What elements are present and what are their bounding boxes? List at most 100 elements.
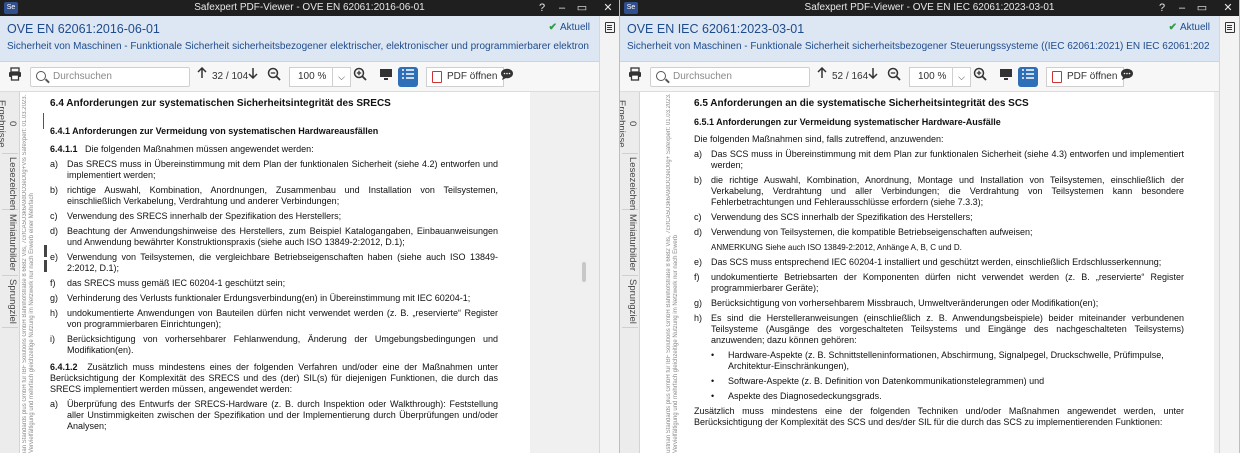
maximize-button[interactable]: ▭	[1192, 0, 1212, 16]
search-input[interactable]: Durchsuchen	[30, 67, 190, 87]
page-current: 32	[212, 71, 224, 82]
text-cursor	[43, 113, 44, 129]
chevron-down-icon: ⌵	[952, 68, 970, 86]
item-label: g)	[694, 298, 703, 308]
list-item: g) Verhinderung des Verlusts funktionaler…	[50, 293, 498, 304]
help-button[interactable]: ?	[1152, 0, 1172, 16]
item-text: undokumentierte Betriebsarten der Kompon…	[711, 272, 1184, 293]
monitor-icon[interactable]	[996, 67, 1016, 87]
monitor-icon[interactable]	[376, 67, 396, 87]
paragraph: 6.4.1.2 Zusätzlich muss mindestens eines…	[50, 362, 498, 395]
printer-icon[interactable]	[5, 67, 25, 87]
zoom-select[interactable]: 100 % ⌵	[289, 67, 351, 87]
printer-icon[interactable]	[625, 67, 645, 87]
list-item: d) Verwendung von Teilsystemen, die kompa…	[694, 227, 1184, 238]
tab-results[interactable]: 0 Ergebnisse	[620, 94, 638, 154]
zoom-in-icon[interactable]	[350, 67, 370, 87]
tab-jump-targets[interactable]: Sprungziel	[622, 276, 638, 328]
page-margin-area	[530, 92, 600, 453]
document-list-icon[interactable]	[605, 22, 615, 33]
zoom-out-icon[interactable]	[884, 67, 904, 87]
status-badge: ✔ Aktuell	[549, 22, 590, 33]
list-item: h) Es sind die Herstelleranweisungen (ein…	[694, 313, 1184, 346]
tab-results[interactable]: 0 Ergebnisse	[0, 94, 18, 154]
item-text: Überprüfung des Entwurfs der SRECS-Hardw…	[67, 399, 498, 431]
item-text: Verwendung von Teilsystemen, die verglei…	[67, 252, 498, 273]
list-item: e) Das SCS muss entsprechend IEC 60204-1 …	[694, 257, 1184, 268]
zoom-value: 100 %	[918, 71, 947, 82]
subsection-heading: 6.5.1 Anforderungen zur Vermeidung syste…	[694, 117, 1001, 127]
tab-jump-targets[interactable]: Sprungziel	[2, 276, 18, 328]
close-button[interactable]: ✕	[598, 0, 618, 16]
page-current: 52	[832, 71, 844, 82]
list-item: e) Verwendung von Teilsystemen, die vergl…	[50, 252, 498, 274]
arrow-down-icon[interactable]	[866, 67, 880, 87]
item-text: Verwendung von Teilsystemen, die kompati…	[711, 227, 1033, 237]
maximize-button[interactable]: ▭	[572, 0, 592, 16]
item-label: a)	[50, 159, 59, 169]
item-label: b)	[50, 185, 59, 195]
status-badge: ✔ Aktuell	[1169, 22, 1210, 33]
item-label: g)	[50, 293, 59, 303]
list-item: c) Verwendung des SRECS innerhalb der Spe…	[50, 211, 498, 222]
close-button[interactable]: ✕	[1218, 0, 1238, 16]
comment-icon[interactable]	[1117, 67, 1137, 87]
arrow-up-icon[interactable]	[195, 66, 209, 87]
bullet-item: Hardware-Aspekte (z. B. Schnittstellenin…	[694, 350, 1184, 372]
item-label: c)	[694, 212, 702, 222]
paragraph-text: Die folgenden Maßnahmen müssen angewende…	[85, 144, 314, 154]
tab-thumbnails[interactable]: Miniaturbilder	[2, 210, 18, 276]
help-button[interactable]: ?	[532, 0, 552, 16]
window-title: Safexpert PDF-Viewer - OVE EN 62061:2016…	[194, 2, 425, 13]
item-label: i)	[50, 334, 55, 344]
list-view-icon[interactable]	[398, 67, 418, 87]
clause-number: 6.4.1.1	[50, 144, 78, 154]
tab-bookmarks[interactable]: Lesezeichen	[2, 154, 18, 210]
minimize-button[interactable]: –	[1172, 0, 1192, 16]
page-indicator: 52 / 164	[832, 71, 869, 82]
check-icon: ✔	[1168, 22, 1177, 33]
tab-thumbnails[interactable]: Miniaturbilder	[622, 210, 638, 276]
zoom-select[interactable]: 100 % ⌵	[909, 67, 971, 87]
pdf-open-label: PDF öffnen	[1067, 71, 1118, 82]
item-label: d)	[694, 227, 703, 237]
pdf-open-button[interactable]: PDF öffnen	[1046, 67, 1125, 87]
status-label: Aktuell	[559, 22, 590, 33]
watermark-text: ustrian Standards plus GmbH für IBF Solu…	[666, 93, 679, 453]
bullet-item: Aspekte des Diagnosedeckungsgrads.	[694, 391, 1184, 402]
list-item: b) die richtige Auswahl, Kombination, Ano…	[694, 175, 1184, 208]
zoom-in-icon[interactable]	[970, 67, 990, 87]
arrow-down-icon[interactable]	[246, 67, 260, 87]
list-item: a) Das SRECS muss in Übereinstimmung mit …	[50, 159, 498, 181]
right-side-strip	[599, 16, 619, 453]
item-label: e)	[50, 252, 59, 262]
paragraph-text: Die folgenden Maßnahmen sind, falls zutr…	[694, 134, 944, 144]
document-banner: OVE EN IEC 62061:2023-03-01 Sicherheit v…	[620, 16, 1220, 62]
item-text: Berücksichtigung von vorhersehbarer Fehl…	[67, 334, 498, 355]
scrollbar-thumb[interactable]	[582, 262, 586, 282]
tab-bookmarks[interactable]: Lesezeichen	[622, 154, 638, 210]
list-item: h) undokumentierte Anwendungen von Bautei…	[50, 308, 498, 330]
search-icon	[656, 71, 666, 81]
document-subtitle: Sicherheit von Maschinen - Funktionale S…	[627, 41, 1209, 52]
item-text: Das SCS muss in Übereinstimmung mit dem …	[711, 149, 1184, 170]
item-label: f)	[694, 272, 700, 282]
pdf-icon	[1052, 71, 1062, 83]
search-input[interactable]: Durchsuchen	[650, 67, 810, 87]
zoom-value: 100 %	[298, 71, 327, 82]
zoom-out-icon[interactable]	[264, 67, 284, 87]
item-text: Verwendung des SCS innerhalb der Spezifi…	[711, 212, 973, 222]
pdf-open-button[interactable]: PDF öffnen	[426, 67, 505, 87]
list-item: f) das SRECS muss gemäß IEC 60204-1 gesch…	[50, 278, 498, 289]
watermark-text: ian Standards plus GmbH für IBF Solution…	[22, 94, 35, 453]
arrow-up-icon[interactable]	[815, 66, 829, 87]
window-title: Safexpert PDF-Viewer - OVE EN IEC 62061:…	[804, 2, 1055, 13]
document-content: 6.4 Anforderungen zur systematischen Sic…	[50, 98, 498, 436]
document-list-icon[interactable]	[1225, 22, 1235, 33]
comment-icon[interactable]	[497, 67, 517, 87]
list-view-icon[interactable]	[1018, 67, 1038, 87]
list-item: a) Überprüfung des Entwurfs der SRECS-Har…	[50, 399, 498, 432]
minimize-button[interactable]: –	[552, 0, 572, 16]
list-item: d) Beachtung der Anwendungshinweise des H…	[50, 226, 498, 248]
search-placeholder: Durchsuchen	[673, 71, 732, 82]
